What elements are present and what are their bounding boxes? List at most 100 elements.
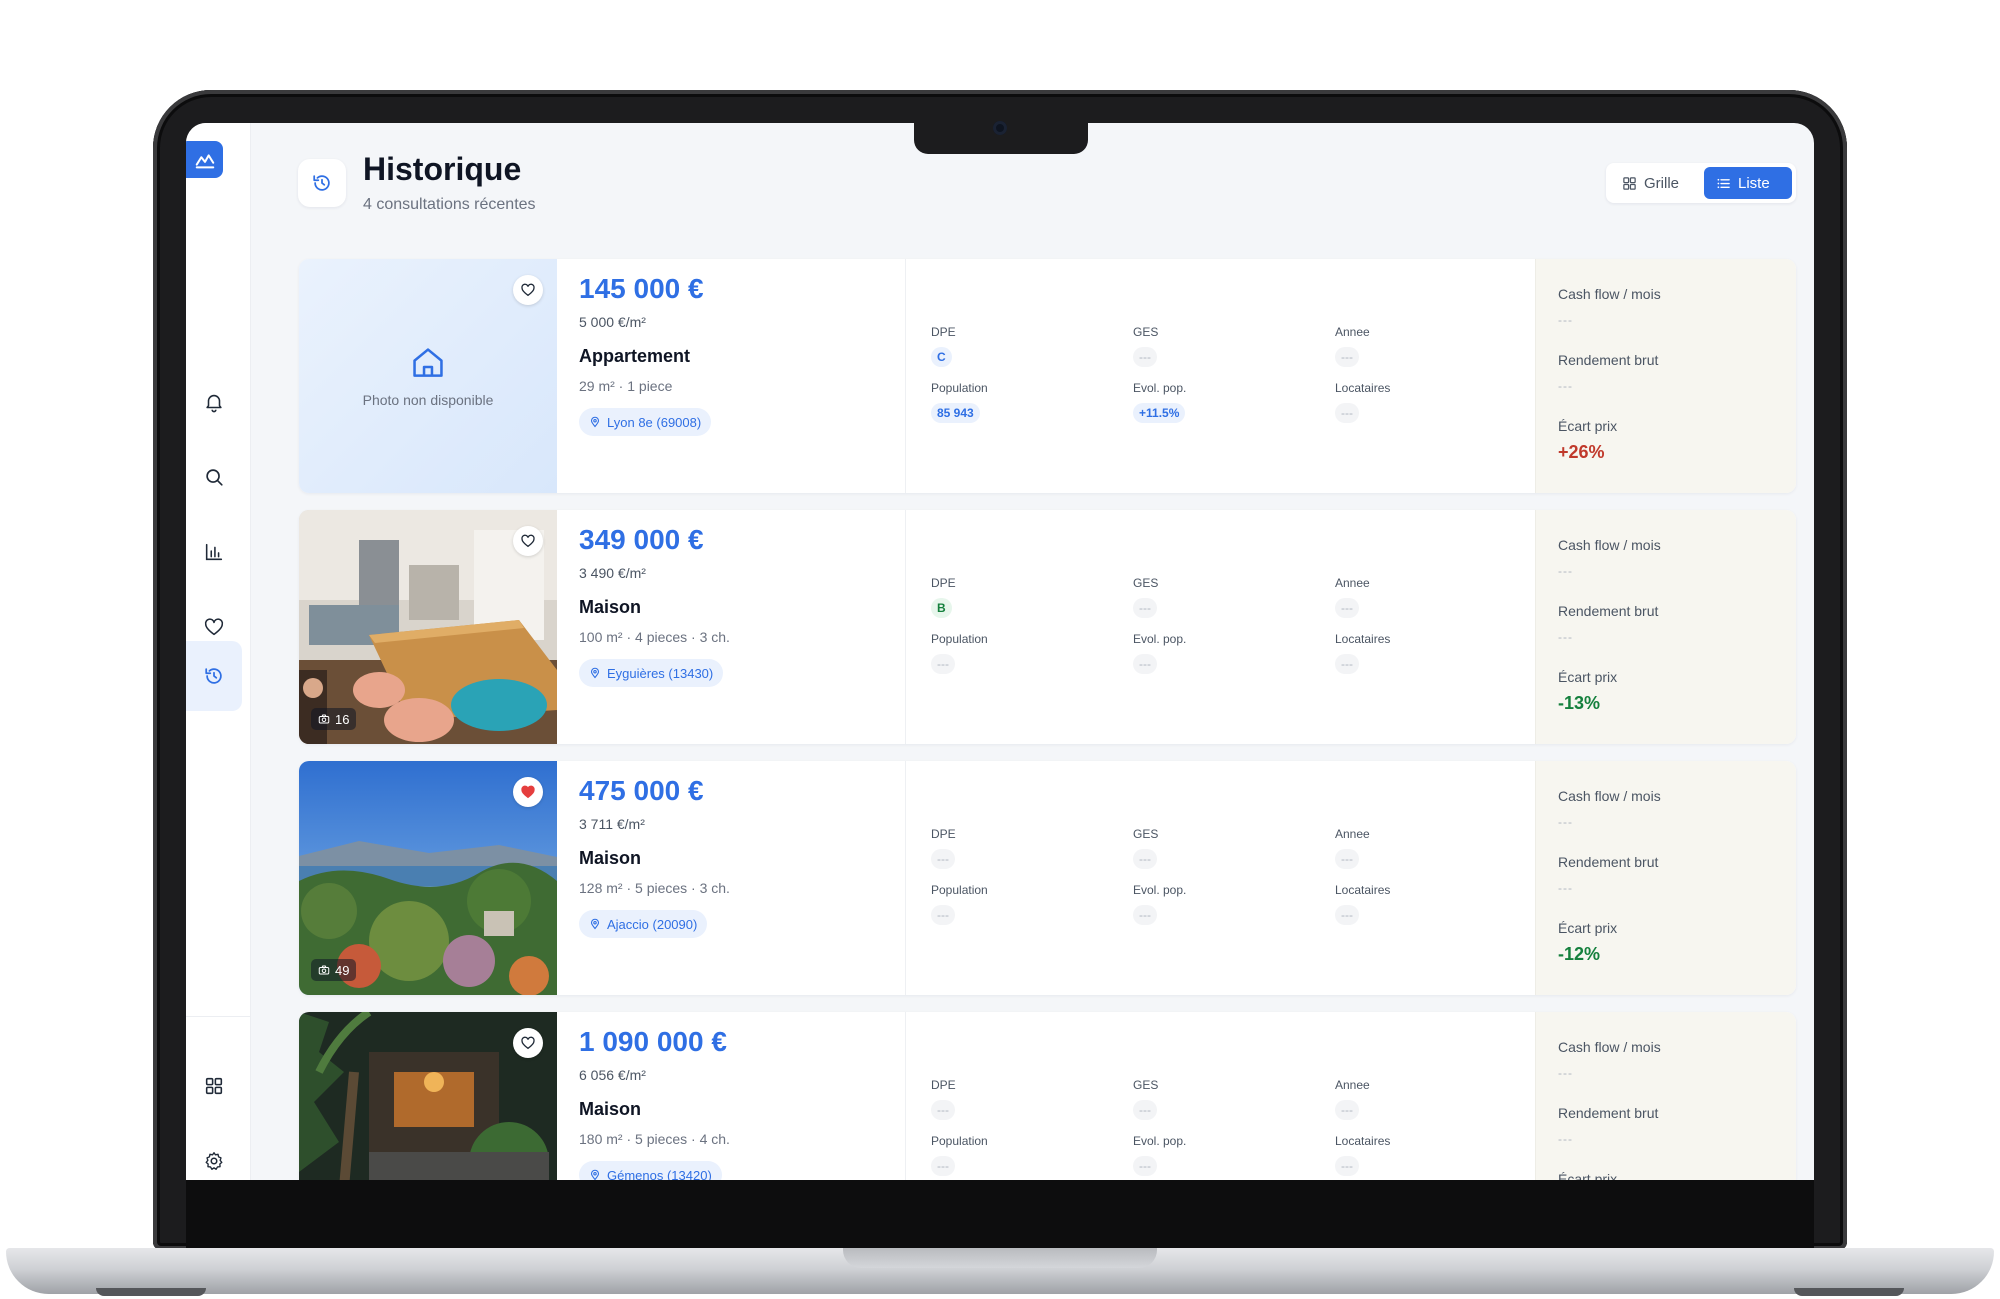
property-type: Maison <box>579 1099 642 1119</box>
page-icon-box <box>298 159 346 207</box>
ges-metric: GES --- <box>1133 827 1333 869</box>
annee-label: Annee <box>1335 576 1370 590</box>
listing-thumbnail[interactable]: Photo non disponible <box>299 259 557 493</box>
listing-info: 1 090 000 € 6 056 €/m² Maison 180 m² · 5… <box>579 1012 909 1180</box>
gear-icon <box>205 1152 223 1170</box>
heart-icon <box>521 1036 535 1050</box>
list-view-label: Liste <box>1738 174 1770 192</box>
dpe-value: --- <box>931 1100 955 1120</box>
listing-thumbnail[interactable]: 49 <box>299 761 557 995</box>
population-label: Population <box>931 381 988 395</box>
financial-panel: Cash flow / mois --- Rendement brut --- … <box>1535 259 1796 493</box>
list-view-button[interactable]: Liste <box>1704 167 1792 199</box>
listing-metrics: DPE --- GES --- Annee --- Population ---… <box>931 1012 1531 1180</box>
rendement-label: Rendement brut <box>1558 603 1659 619</box>
financial-panel: Cash flow / mois --- Rendement brut --- … <box>1535 510 1796 744</box>
financial-panel: Cash flow / mois --- Rendement brut --- … <box>1535 761 1796 995</box>
favorite-button[interactable] <box>513 275 543 305</box>
camera-icon <box>318 714 330 724</box>
property-specs: 128 m² · 5 pieces · 3 ch. <box>579 880 730 896</box>
laptop-base-notch <box>843 1248 1157 1268</box>
favorite-button[interactable] <box>513 526 543 556</box>
nav-settings[interactable] <box>186 1133 242 1180</box>
listing-card[interactable]: Photo non disponible 145 000 € 5 000 €/m… <box>299 259 1796 493</box>
cash-flow-label: Cash flow / mois <box>1558 1039 1661 1055</box>
nav-apps[interactable] <box>186 1058 242 1114</box>
dpe-metric: DPE --- <box>931 1078 1131 1120</box>
dpe-value: --- <box>931 849 955 869</box>
camera-icon <box>993 121 1007 135</box>
logo-icon <box>195 153 214 168</box>
ecart-value: -13% <box>1558 693 1601 713</box>
rendement-label: Rendement brut <box>1558 1105 1659 1121</box>
app-logo[interactable] <box>186 141 223 178</box>
listing-metrics: DPE --- GES --- Annee --- Population ---… <box>931 761 1531 995</box>
ges-value: --- <box>1133 849 1157 869</box>
rendement-label: Rendement brut <box>1558 854 1659 870</box>
card-divider <box>905 259 906 493</box>
dpe-label: DPE <box>931 1078 956 1092</box>
cash-flow-value: --- <box>1558 313 1573 327</box>
price-per-m2: 3 490 €/m² <box>579 565 646 581</box>
listing-card[interactable]: 16 349 000 € 3 490 €/m² Maison 100 m² · … <box>299 510 1796 744</box>
evol-pop-value: +11.5% <box>1133 403 1186 423</box>
property-specs: 100 m² · 4 pieces · 3 ch. <box>579 629 730 645</box>
rendement-value: --- <box>1558 881 1573 895</box>
cash-flow-label: Cash flow / mois <box>1558 537 1661 553</box>
page-subtitle: 4 consultations récentes <box>363 196 536 213</box>
cash-flow-value: --- <box>1558 1066 1573 1080</box>
evol-pop-value: --- <box>1133 654 1157 674</box>
ecart-label: Écart prix <box>1558 418 1618 434</box>
nav-search[interactable] <box>186 449 242 505</box>
listing-thumbnail[interactable] <box>299 1012 557 1180</box>
listing-price: 145 000 € <box>579 273 704 304</box>
nav-alerts[interactable] <box>186 374 242 430</box>
locataires-value: --- <box>1335 1156 1359 1176</box>
dpe-value: B <box>931 598 952 618</box>
price-per-m2: 3 711 €/m² <box>579 816 645 832</box>
ges-value: --- <box>1133 598 1157 618</box>
population-label: Population <box>931 1134 988 1148</box>
evol-pop-value: --- <box>1133 1156 1157 1176</box>
favorite-button[interactable] <box>513 1028 543 1058</box>
population-value: --- <box>931 1156 955 1176</box>
population-metric: Population --- <box>931 1134 1131 1176</box>
location-badge[interactable]: Eyguières (13430) <box>579 659 724 687</box>
listing-card[interactable]: 1 090 000 € 6 056 €/m² Maison 180 m² · 5… <box>299 1012 1796 1180</box>
location-label: Eyguières (13430) <box>607 665 714 681</box>
heart-icon <box>521 283 535 297</box>
heart-icon <box>204 618 224 636</box>
ecart-value: +26% <box>1558 442 1605 462</box>
cash-flow-label: Cash flow / mois <box>1558 286 1661 302</box>
nav-history[interactable] <box>186 641 242 711</box>
locataires-value: --- <box>1335 654 1359 674</box>
annee-value: --- <box>1335 849 1359 869</box>
locataires-value: --- <box>1335 905 1359 925</box>
location-badge[interactable]: Gémenos (13420) <box>579 1161 722 1180</box>
ges-value: --- <box>1133 347 1157 367</box>
evol-pop-label: Evol. pop. <box>1133 381 1187 395</box>
locataires-metric: Locataires --- <box>1335 632 1535 674</box>
locataires-label: Locataires <box>1335 381 1391 395</box>
ges-label: GES <box>1133 325 1159 339</box>
ecart-label: Écart prix <box>1558 1171 1618 1180</box>
rendement-value: --- <box>1558 379 1573 393</box>
population-metric: Population 85 943 <box>931 381 1131 423</box>
ges-label: GES <box>1133 827 1159 841</box>
population-label: Population <box>931 632 988 646</box>
photo-count-badge: 49 <box>311 959 357 981</box>
grid-icon <box>205 1077 223 1095</box>
nav-stats[interactable] <box>186 524 242 580</box>
listing-thumbnail[interactable]: 16 <box>299 510 557 744</box>
grid-view-button[interactable]: Grille <box>1610 167 1702 199</box>
annee-value: --- <box>1335 1100 1359 1120</box>
location-pin-icon <box>590 918 600 930</box>
favorite-button-active[interactable] <box>513 777 543 807</box>
grid-view-label: Grille <box>1644 174 1680 192</box>
cash-flow-value: --- <box>1558 815 1573 829</box>
location-badge[interactable]: Ajaccio (20090) <box>579 910 708 938</box>
listing-card[interactable]: 49 475 000 € 3 711 €/m² Maison 128 m² · … <box>299 761 1796 995</box>
listing-metrics: DPE C GES --- Annee --- Population 85 94… <box>931 259 1531 493</box>
location-badge[interactable]: Lyon 8e (69008) <box>579 408 712 436</box>
annee-metric: Annee --- <box>1335 1078 1535 1120</box>
